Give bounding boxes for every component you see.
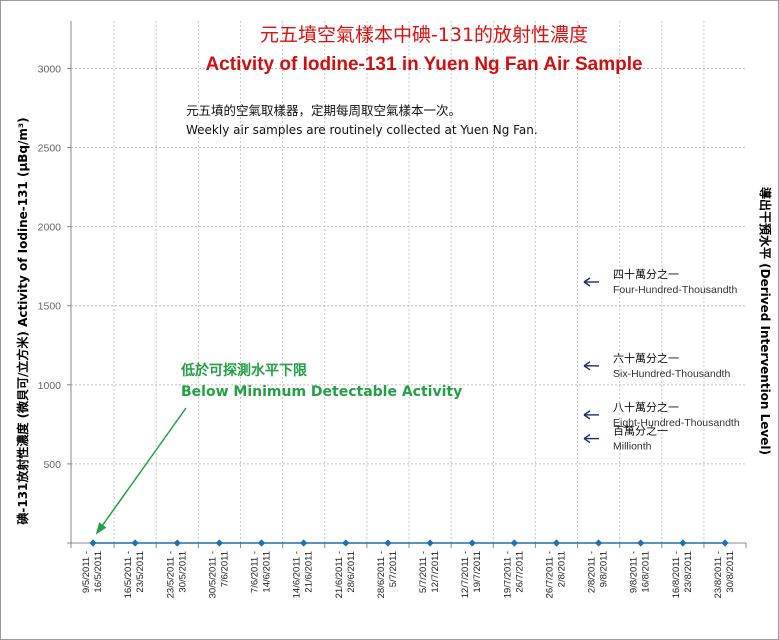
x-tick-label: 21/6/2011 - [334, 551, 345, 598]
note-zh: 元五墳的空氣取樣器，定期每周取空氣樣本一次。 [186, 103, 461, 118]
y-tick-label: 1000 [38, 380, 62, 392]
x-tick-label: 2/8/2011 - [587, 551, 598, 593]
chart-svg: 50010001500200025003000 9/5/2011 -16/5/2… [15, 21, 773, 598]
dil-label-zh: 六十萬分之一 [613, 351, 679, 365]
x-tick-label: 23/5/2011 - [165, 551, 176, 598]
x-tick-label: 9/5/2011 - [81, 551, 92, 593]
x-tick-label: 7/6/2011 [219, 551, 230, 587]
x-tick-label: 23/5/2011 [135, 551, 146, 593]
x-tick-label: 14/6/2011 [262, 551, 273, 593]
dil-label-en: Millionth [613, 441, 652, 453]
dil-label-en: Six-Hundred-Thousandth [613, 368, 730, 380]
mda-label-en: Below Minimum Detectable Activity [181, 384, 462, 400]
x-tick-label: 14/6/2011 - [292, 551, 303, 598]
x-tick-label: 30/5/2011 - [207, 551, 218, 598]
x-tick-label: 9/8/2011 - [629, 551, 640, 593]
dil-label-zh: 四十萬分之一 [613, 267, 679, 281]
dil-annotations: 四十萬分之一 Four-Hundred-Thousandth 六十萬分之一 Six-H… [583, 267, 740, 453]
mda-label-zh: 低於可探測水平下限 [180, 362, 307, 379]
y-axis-label: 碘-131放射性濃度 (微貝可/立方米) Activity of Iodine-… [15, 117, 30, 525]
data-point [257, 539, 266, 547]
x-tick-label: 23/8/2011 [683, 551, 694, 593]
mda-annotation: 低於可探測水平下限 Below Minimum Detectable Activ… [95, 362, 462, 535]
x-tick-label: 21/6/2011 [304, 551, 315, 593]
data-point [300, 539, 308, 547]
x-tick-label: 30/5/2011 [177, 551, 188, 593]
data-point [721, 539, 729, 547]
data-point [679, 539, 687, 547]
data-point [595, 539, 603, 547]
data-point [89, 539, 97, 547]
y-tick-label: 2000 [38, 222, 62, 234]
x-tick-label: 5/7/2011 [388, 551, 399, 587]
x-tick-label: 16/8/2011 [641, 551, 652, 593]
data-point [426, 539, 434, 547]
mda-arrow [96, 407, 187, 534]
x-tick-labels: 9/5/2011 -16/5/2011 16/5/2011 -23/5/2011 2… [81, 551, 736, 598]
y-tick-label: 500 [43, 459, 61, 471]
chart-title-zh: 元五墳空氣樣本中碘-131的放射性濃度 [260, 24, 588, 46]
data-point [468, 539, 476, 547]
x-tick-label: 30/8/2011 [725, 551, 736, 593]
x-tick-label: 28/6/2011 [346, 551, 357, 593]
x-tick-label: 7/6/2011 - [250, 551, 261, 593]
x-tick-label: 9/8/2011 [599, 551, 610, 587]
data-point [215, 539, 223, 547]
x-tick-label: 19/7/2011 [472, 551, 483, 593]
x-tick-label: 5/7/2011 - [418, 551, 429, 593]
x-tick-label: 2/8/2011 [556, 551, 567, 587]
dil-label-zh: 百萬分之一 [613, 424, 668, 438]
note-en: Weekly air samples are routinely collect… [186, 123, 538, 137]
data-point [552, 539, 561, 547]
y-tick-label: 3000 [38, 63, 62, 75]
x-tick-label: 28/6/2011 - [376, 551, 387, 598]
x-tick-label: 19/7/2011 - [502, 551, 513, 598]
data-point [131, 539, 139, 547]
chart-frame: 500 1000 1500 2000 2500 3000 9/5/2011 -16/5/2… [0, 0, 779, 640]
data-point [173, 539, 181, 547]
dil-label-zh: 八十萬分之一 [613, 400, 679, 414]
x-tick-label: 26/7/2011 [514, 551, 525, 593]
x-tick-label: 16/8/2011 - [671, 551, 682, 598]
y2-axis-label: 導出干預水平 (Derived Intervention Level) [758, 187, 773, 455]
y-tick-label: 2500 [38, 143, 62, 155]
data-point [342, 539, 350, 547]
x-tick-label: 23/8/2011 - [713, 551, 724, 598]
chart-title-en: Activity of Iodine-131 in Yuen Ng Fan Ai… [205, 54, 642, 75]
y-tick-label: 1500 [38, 301, 62, 313]
y-tick-labels: 500 1000 1500 2000 2500 3000 [38, 63, 62, 470]
x-tick-label: 12/7/2011 - [460, 551, 471, 598]
grid-lines [71, 21, 746, 543]
data-point [637, 539, 645, 547]
data-point [510, 539, 518, 547]
x-tick-label: 12/7/2011 [430, 551, 441, 593]
data-point [384, 539, 392, 547]
x-tick-label: 16/5/2011 - [123, 551, 134, 598]
mda-arrow-head [95, 522, 107, 535]
x-tick-label: 26/7/2011 - [544, 551, 555, 598]
dil-label-en: Four-Hundred-Thousandth [613, 284, 737, 296]
x-tick-label: 16/5/2011 [93, 551, 104, 593]
